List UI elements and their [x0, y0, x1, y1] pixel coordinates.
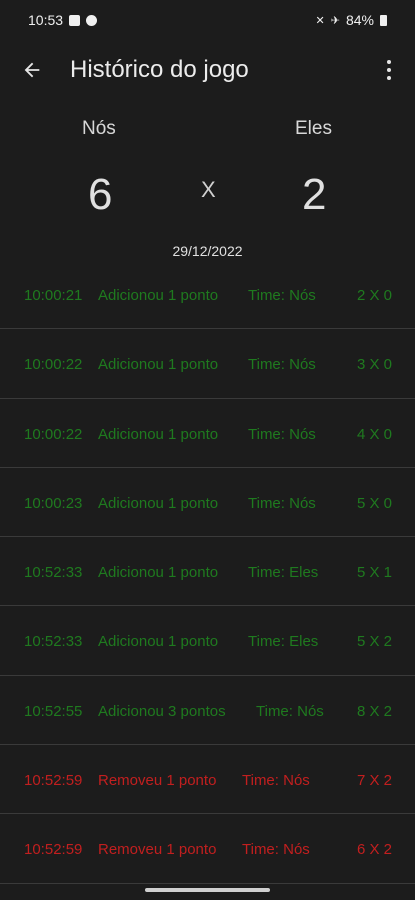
history-row[interactable]: 10:52:59 Removeu 1 ponto Time: Nós 6 X 2	[0, 814, 415, 884]
history-time: 10:52:59	[24, 772, 83, 790]
more-options-button[interactable]	[377, 56, 401, 84]
history-row[interactable]: 10:00:21 Adicionou 1 ponto Time: Nós 2 X…	[0, 260, 415, 330]
team-left-score: 6	[88, 170, 113, 219]
status-left: 10:53	[28, 12, 98, 28]
history-action: Adicionou 1 ponto	[98, 356, 219, 374]
history-time: 10:00:21	[24, 287, 83, 304]
history-team: Time: Nós	[248, 356, 316, 374]
history-time: 10:52:55	[24, 702, 83, 720]
history-team: Time: Nós	[242, 772, 310, 790]
back-button[interactable]	[18, 56, 46, 84]
history-row[interactable]: 10:52:55 Adicionou 3 pontos Time: Nós 8 …	[0, 676, 415, 746]
history-score: 6 X 2	[356, 841, 392, 859]
history-team: Time: Nós	[256, 702, 324, 720]
history-time: 10:00:23	[24, 494, 83, 512]
more-vert-icon-dot	[387, 76, 391, 80]
team-right-score: 2	[302, 170, 327, 219]
status-time: 10:53	[28, 12, 64, 28]
history-row[interactable]: 10:00:23 Adicionou 1 ponto Time: Nós 5 X…	[0, 468, 415, 538]
history-row[interactable]: 10:52:33 Adicionou 1 ponto Time: Eles 5 …	[0, 606, 415, 676]
history-score: 2 X 0	[356, 287, 392, 304]
history-team: Time: Nós	[248, 287, 316, 304]
battery-icon	[380, 14, 387, 26]
team-right-name: Eles	[295, 118, 332, 139]
history-action: Adicionou 1 ponto	[98, 633, 219, 651]
team-left-name: Nós	[82, 118, 116, 139]
airplane-icon: ✈	[330, 14, 340, 27]
history-action: Adicionou 1 ponto	[98, 425, 219, 443]
history-time: 10:00:22	[24, 356, 83, 374]
notification-icon	[86, 14, 98, 26]
gallery-icon	[69, 14, 81, 26]
history-score: 5 X 0	[356, 494, 392, 512]
battery-level: 84%	[345, 12, 374, 28]
history-score: 7 X 2	[356, 772, 392, 790]
history-action: Removeu 1 ponto	[98, 772, 217, 790]
history-action: Adicionou 1 ponto	[98, 564, 219, 582]
arrow-left-icon	[24, 62, 40, 78]
app-bar: Histórico do jogo	[0, 44, 415, 96]
history-action: Adicionou 1 ponto	[98, 494, 219, 512]
history-team: Time: Eles	[248, 633, 319, 651]
history-list: 10:00:21 Adicionou 1 ponto Time: Nós 2 X…	[0, 260, 415, 884]
page-title: Histórico do jogo	[70, 56, 249, 83]
status-right: ✕ ✈ 84%	[316, 12, 387, 28]
history-action: Adicionou 3 pontos	[98, 702, 226, 720]
history-time: 10:52:33	[24, 633, 83, 651]
history-score: 8 X 2	[356, 702, 392, 720]
history-row[interactable]: 10:00:22 Adicionou 1 ponto Time: Nós 3 X…	[0, 329, 415, 399]
status-bar: 10:53 ✕ ✈ 84%	[0, 0, 415, 40]
history-team: Time: Nós	[242, 841, 310, 859]
history-team: Time: Nós	[248, 425, 316, 443]
match-date: 29/12/2022	[172, 243, 243, 259]
history-time: 10:52:33	[24, 564, 83, 582]
history-action: Removeu 1 ponto	[98, 841, 217, 859]
history-score: 5 X 1	[356, 564, 392, 582]
history-row[interactable]: 10:00:22 Adicionou 1 ponto Time: Nós 4 X…	[0, 399, 415, 468]
history-team: Time: Eles	[248, 564, 319, 582]
more-vert-icon	[387, 60, 391, 64]
history-time: 10:52:59	[24, 841, 83, 859]
history-action: Adicionou 1 ponto	[98, 287, 219, 304]
history-team: Time: Nós	[248, 494, 316, 512]
history-time: 10:00:22	[24, 425, 83, 443]
history-score: 4 X 0	[356, 425, 392, 443]
versus-label: X	[201, 177, 216, 202]
history-row[interactable]: 10:52:59 Removeu 1 ponto Time: Nós 7 X 2	[0, 745, 415, 815]
history-row[interactable]: 10:52:33 Adicionou 1 ponto Time: Eles 5 …	[0, 537, 415, 607]
more-vert-icon-dot	[387, 68, 391, 72]
history-score: 5 X 2	[356, 633, 392, 651]
history-score: 3 X 0	[356, 356, 392, 374]
gesture-nav-bar[interactable]	[145, 888, 270, 892]
mute-icon: ✕	[315, 14, 325, 27]
